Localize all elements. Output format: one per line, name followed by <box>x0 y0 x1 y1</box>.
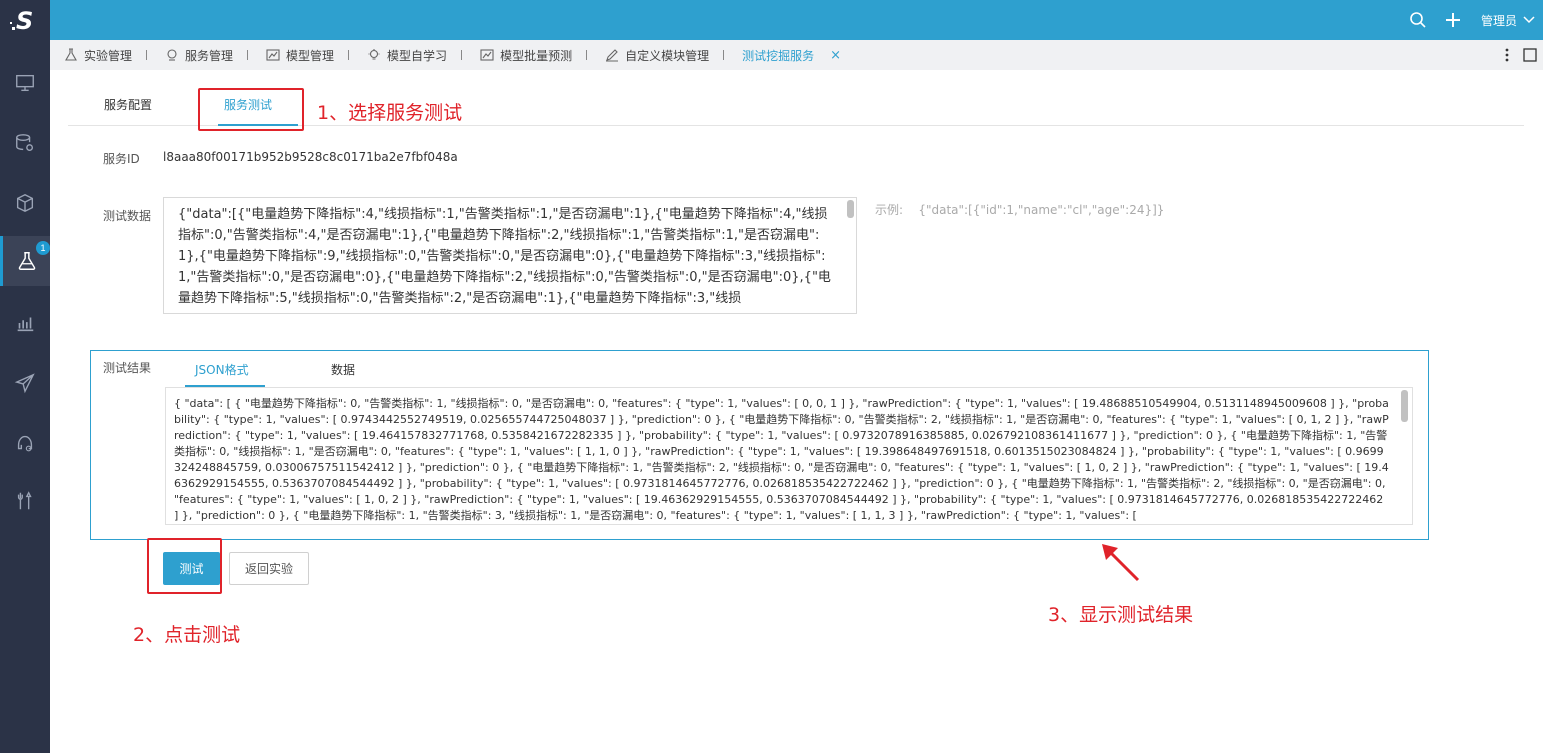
notification-badge: 1 <box>36 241 50 255</box>
test-data-label: 测试数据 <box>103 209 152 223</box>
tab-label: 实验管理 <box>84 48 133 63</box>
database-gear-icon <box>16 134 34 152</box>
more-icon[interactable] <box>1505 48 1509 62</box>
app-logo[interactable]: S <box>0 0 50 40</box>
left-sidebar: S 1 <box>0 0 50 753</box>
monitor-icon <box>16 74 34 92</box>
sidebar-item-publish[interactable] <box>0 358 50 408</box>
annotation-box-step2 <box>147 538 222 594</box>
scrollbar-thumb[interactable] <box>847 200 854 218</box>
back-to-experiment-button[interactable]: 返回实验 <box>229 552 309 585</box>
svg-text:S: S <box>16 7 33 33</box>
logo-icon: S <box>10 7 33 33</box>
tab-custom-module[interactable]: 自定义模块管理 <box>591 40 728 70</box>
chevron-down-icon <box>1523 16 1535 24</box>
user-menu[interactable]: 管理员 <box>1481 0 1535 40</box>
flask-icon <box>65 48 77 61</box>
main-content: 服务配置 服务测试 1、选择服务测试 服务ID l8aaa80f00171b95… <box>50 70 1543 753</box>
json-result-output[interactable]: { "data": [ { "电量趋势下降指标": 0, "告警类指标": 1,… <box>165 387 1413 525</box>
user-name: 管理员 <box>1480 13 1517 28</box>
tab-divider <box>146 50 148 60</box>
tab-batch-predict[interactable]: 模型批量预测 <box>466 40 591 70</box>
close-icon[interactable]: × <box>830 48 841 63</box>
service-id-label: 服务ID <box>103 152 140 166</box>
bar-chart-icon <box>17 317 34 332</box>
tab-label: 自定义模块管理 <box>625 48 710 63</box>
tab-divider <box>586 50 588 60</box>
subtab-service-config[interactable]: 服务配置 <box>104 96 152 113</box>
annotation-arrow-icon <box>1102 544 1140 582</box>
tab-data[interactable]: 数据 <box>331 361 355 378</box>
example-label: 示例: <box>875 203 904 217</box>
tab-experiment[interactable]: 实验管理 <box>50 40 151 70</box>
model-gear-icon <box>17 435 33 452</box>
tab-label: 模型批量预测 <box>500 48 573 63</box>
test-data-input[interactable]: {"data":[{"电量趋势下降指标":4,"线损指标":1,"告警类指标":… <box>163 197 857 314</box>
test-result-label: 测试结果 <box>103 361 152 375</box>
sidebar-item-cube[interactable] <box>0 178 50 228</box>
sidebar-item-model[interactable] <box>0 418 50 468</box>
add-icon[interactable] <box>1443 10 1463 30</box>
service-id-value: l8aaa80f00171b952b9528c8c0171ba2e7fbf048… <box>163 150 458 164</box>
tools-icon <box>17 491 32 510</box>
sidebar-item-chart[interactable] <box>0 298 50 348</box>
sidebar-item-monitor[interactable] <box>0 58 50 108</box>
test-data-text: {"data":[{"电量趋势下降指标":4,"线损指标":1,"告警类指标":… <box>178 207 831 306</box>
tab-divider <box>247 50 249 60</box>
maximize-icon[interactable] <box>1523 48 1537 62</box>
search-icon[interactable] <box>1409 11 1427 29</box>
paper-plane-icon <box>14 373 35 394</box>
sidebar-item-experiment[interactable]: 1 <box>0 236 50 286</box>
tab-service[interactable]: 服务管理 <box>151 40 252 70</box>
annotation-box-step1 <box>198 88 304 131</box>
bulb-icon <box>368 49 380 60</box>
tab-self-learning[interactable]: 模型自学习 <box>353 40 466 70</box>
annotation-step2: 2、点击测试 <box>133 624 241 646</box>
sidebar-item-data[interactable] <box>0 118 50 168</box>
chart-icon <box>480 49 494 61</box>
chart-icon <box>266 49 280 61</box>
edit-icon <box>606 49 619 62</box>
test-result-panel: 测试结果 JSON格式 数据 { "data": [ { "电量趋势下降指标":… <box>90 350 1429 540</box>
tab-strip-actions <box>1505 40 1543 70</box>
tab-label: 模型自学习 <box>387 48 448 63</box>
scrollbar-thumb[interactable] <box>1401 390 1408 422</box>
sidebar-item-tools[interactable] <box>0 476 50 526</box>
tab-json-format[interactable]: JSON格式 <box>195 361 249 378</box>
tab-model[interactable]: 模型管理 <box>252 40 353 70</box>
example-hint: 示例: {"data":[{"id":1,"name":"cl","age":2… <box>875 201 1164 218</box>
example-value: {"data":[{"id":1,"name":"cl","age":24}]} <box>918 203 1165 217</box>
tab-label: 测试挖掘服务 <box>742 48 815 63</box>
tab-divider <box>723 50 725 60</box>
json-result-text: { "data": [ { "电量趋势下降指标": 0, "告警类指标": 1,… <box>174 397 1389 522</box>
tab-test-mining-service[interactable]: 测试挖掘服务 × <box>728 40 845 70</box>
annotation-step3: 3、显示测试结果 <box>1048 604 1194 626</box>
tab-divider <box>348 50 350 60</box>
page-tabs: 实验管理 服务管理 模型管理 模型自学习 模型批量预测 自定义模块管理 测试挖掘… <box>50 40 1543 70</box>
tab-label: 服务管理 <box>185 48 234 63</box>
cube-icon <box>16 193 34 213</box>
tab-divider <box>461 50 463 60</box>
top-header: 管理员 <box>50 0 1543 40</box>
flask-icon <box>18 252 35 270</box>
annotation-step1: 1、选择服务测试 <box>317 102 463 124</box>
tab-label: 模型管理 <box>286 48 335 63</box>
service-icon <box>167 49 177 61</box>
